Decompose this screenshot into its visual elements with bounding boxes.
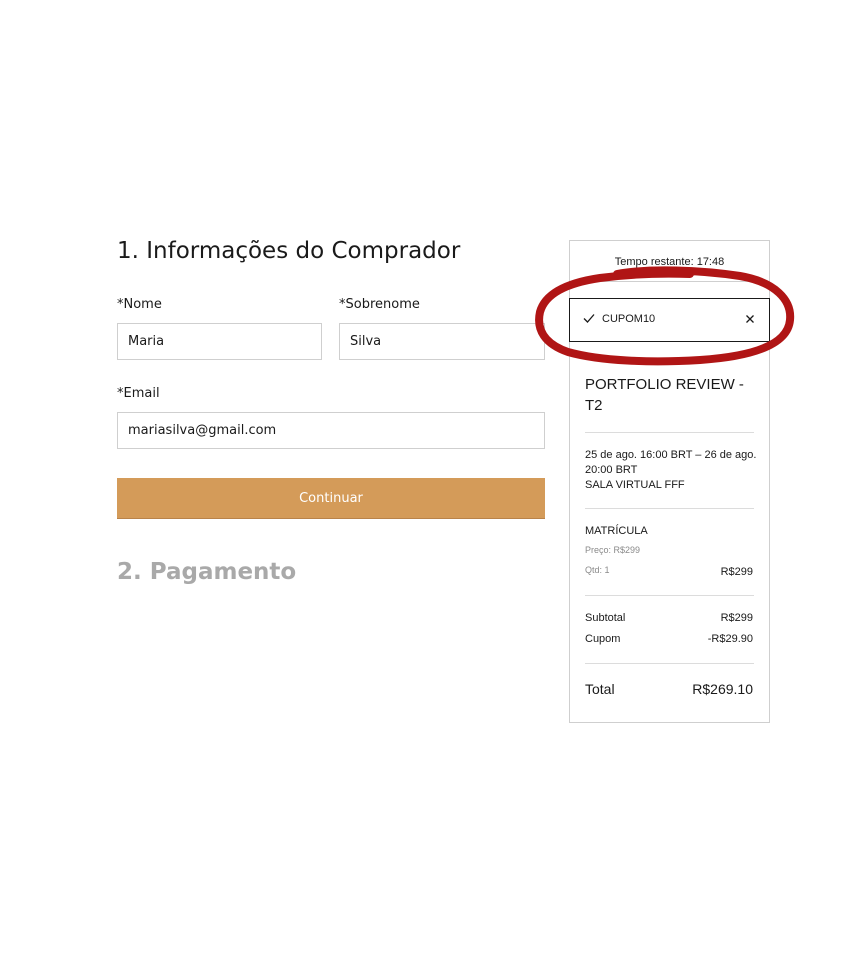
total-value: R$269.10 (692, 681, 753, 697)
divider (585, 432, 754, 433)
email-label: *Email (117, 386, 160, 401)
first-name-label: *Nome (117, 297, 162, 312)
check-icon (583, 314, 595, 323)
subtotal-label: Subtotal (585, 612, 626, 624)
ticket-name: MATRÍCULA (585, 525, 648, 537)
ticket-amount: R$299 (720, 566, 753, 578)
coupon-discount-label: Cupom (585, 633, 621, 645)
ticket-price: Preço: R$299 (585, 545, 641, 555)
divider (585, 508, 754, 509)
event-date: 25 de ago. 16:00 BRT – 26 de ago. 20:00 … (585, 449, 757, 476)
subtotal-value: R$299 (720, 612, 753, 624)
coupon-discount-value: -R$29.90 (707, 633, 753, 645)
event-location: SALA VIRTUAL FFF (585, 479, 685, 491)
order-summary: Tempo restante: 17:48 CUPOM10 PORTFOLIO … (569, 240, 770, 723)
timer-divider (570, 281, 769, 282)
email-input[interactable]: mariasilva@gmail.com (117, 412, 545, 449)
step1-title: 1. Informações do Comprador (117, 238, 461, 264)
continue-button[interactable]: Continuar (117, 478, 545, 519)
close-icon[interactable] (743, 312, 757, 326)
ticket-quantity: Qtd: 1 (585, 565, 610, 575)
divider (585, 663, 754, 664)
divider (585, 595, 754, 596)
event-title: PORTFOLIO REVIEW - T2 (585, 376, 744, 414)
applied-coupon: CUPOM10 (569, 298, 770, 342)
total-label: Total (585, 681, 615, 697)
last-name-input[interactable]: Silva (339, 323, 545, 360)
coupon-code: CUPOM10 (602, 313, 656, 325)
time-remaining: Tempo restante: 17:48 (614, 256, 725, 268)
step2-title[interactable]: 2. Pagamento (117, 559, 296, 585)
first-name-input[interactable]: Maria (117, 323, 322, 360)
last-name-label: *Sobrenome (339, 297, 420, 312)
